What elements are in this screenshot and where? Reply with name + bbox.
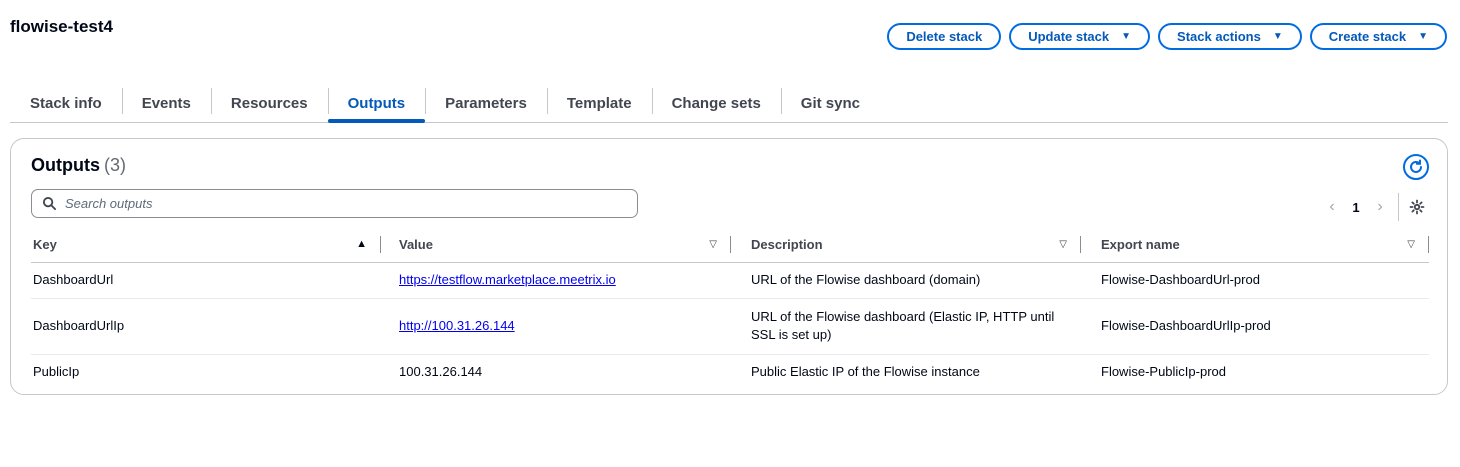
update-stack-button[interactable]: Update stack ▼ <box>1009 23 1151 50</box>
tab-git-sync[interactable]: Git sync <box>780 84 880 122</box>
chevron-left-icon[interactable]: ‹ <box>1320 198 1344 216</box>
cell-description: Public Elastic IP of the Flowise instanc… <box>751 364 980 380</box>
cell-value: https://testflow.marketplace.meetrix.io <box>381 262 731 299</box>
cell-description: URL of the Flowise dashboard (Elastic IP… <box>731 298 1081 355</box>
column-header-export-name[interactable]: Export name ▽ <box>1081 227 1429 263</box>
outputs-count: (3) <box>104 155 126 175</box>
chevron-right-icon[interactable]: › <box>1368 198 1392 216</box>
delete-stack-label: Delete stack <box>906 29 983 44</box>
tab-parameters[interactable]: Parameters <box>425 84 547 122</box>
page-title: flowise-test4 <box>10 17 113 36</box>
refresh-button[interactable] <box>1403 154 1429 180</box>
outputs-title: Outputs (3) <box>31 155 126 176</box>
cell-value: 100.31.26.144 <box>399 364 483 380</box>
create-stack-button[interactable]: Create stack ▼ <box>1309 23 1447 50</box>
column-header-description[interactable]: Description ▽ <box>731 227 1081 263</box>
delete-stack-button[interactable]: Delete stack <box>887 23 1002 50</box>
column-description-label: Description <box>751 236 823 252</box>
column-value-label: Value <box>399 236 433 252</box>
settings-button[interactable] <box>1407 197 1427 217</box>
sort-icon: ▽ <box>709 238 717 250</box>
cell-export-name: Flowise-DashboardUrl-prod <box>1081 262 1429 299</box>
tab-change-sets[interactable]: Change sets <box>651 84 781 122</box>
value-link[interactable]: http://100.31.26.144 <box>399 318 515 333</box>
column-header-value[interactable]: Value ▽ <box>381 227 731 263</box>
caret-down-icon: ▼ <box>1121 31 1132 42</box>
column-header-key[interactable]: Key ▲ <box>31 227 381 263</box>
search-input[interactable] <box>65 196 605 211</box>
column-key-label: Key <box>33 236 57 252</box>
sort-icon: ▽ <box>1059 238 1067 250</box>
table-row: DashboardUrlIp http://100.31.26.144 URL … <box>31 298 1429 355</box>
tab-events[interactable]: Events <box>121 84 211 122</box>
table-row: PublicIp 100.31.26.144 Public Elastic IP… <box>31 354 1429 390</box>
update-stack-label: Update stack <box>1028 29 1110 44</box>
outputs-panel: Outputs(3) ‹ 1 › Key ▲ <box>10 138 1448 395</box>
cell-export-name: Flowise-PublicIp-prod <box>1101 364 1226 380</box>
pagination: ‹ 1 › <box>1320 193 1427 221</box>
sort-icon: ▽ <box>1407 238 1415 250</box>
search-icon <box>42 196 57 211</box>
pager-divider <box>1398 193 1399 221</box>
caret-down-icon: ▼ <box>1272 31 1283 42</box>
value-link[interactable]: https://testflow.marketplace.meetrix.io <box>399 272 616 287</box>
cell-export-name: Flowise-DashboardUrlIp-prod <box>1081 298 1429 355</box>
cell-key: DashboardUrlIp <box>31 298 381 355</box>
tab-bar: Stack info Events Resources Outputs Para… <box>10 84 1448 123</box>
sort-ascending-icon: ▲ <box>356 238 367 251</box>
create-stack-label: Create stack <box>1328 29 1407 44</box>
page-number[interactable]: 1 <box>1344 200 1368 215</box>
cell-value: http://100.31.26.144 <box>381 298 731 355</box>
caret-down-icon: ▼ <box>1418 31 1428 42</box>
gear-icon <box>1409 199 1425 215</box>
search-box <box>31 189 638 218</box>
header-actions: Delete stack Update stack ▼ Stack actions… <box>887 23 1447 50</box>
outputs-title-text: Outputs <box>31 155 100 175</box>
refresh-icon <box>1410 159 1422 173</box>
cell-description: URL of the Flowise dashboard (domain) <box>731 262 1081 299</box>
table-row: DashboardUrl https://testflow.marketplac… <box>31 262 1429 299</box>
tab-stack-info[interactable]: Stack info <box>10 84 122 122</box>
stack-actions-label: Stack actions <box>1177 29 1261 44</box>
column-export-label: Export name <box>1101 236 1180 252</box>
cell-key: PublicIp <box>33 364 80 380</box>
tab-template[interactable]: Template <box>546 84 652 122</box>
outputs-table: Key ▲ Value ▽ Description ▽ Export name ▽ Da… <box>31 227 1429 390</box>
stack-actions-button[interactable]: Stack actions ▼ <box>1158 23 1302 50</box>
table-header-row: Key ▲ Value ▽ Description ▽ Export name ▽ <box>31 227 1429 263</box>
cell-key: DashboardUrl <box>31 262 381 299</box>
tab-outputs[interactable]: Outputs <box>327 84 426 123</box>
tab-resources[interactable]: Resources <box>210 84 328 122</box>
